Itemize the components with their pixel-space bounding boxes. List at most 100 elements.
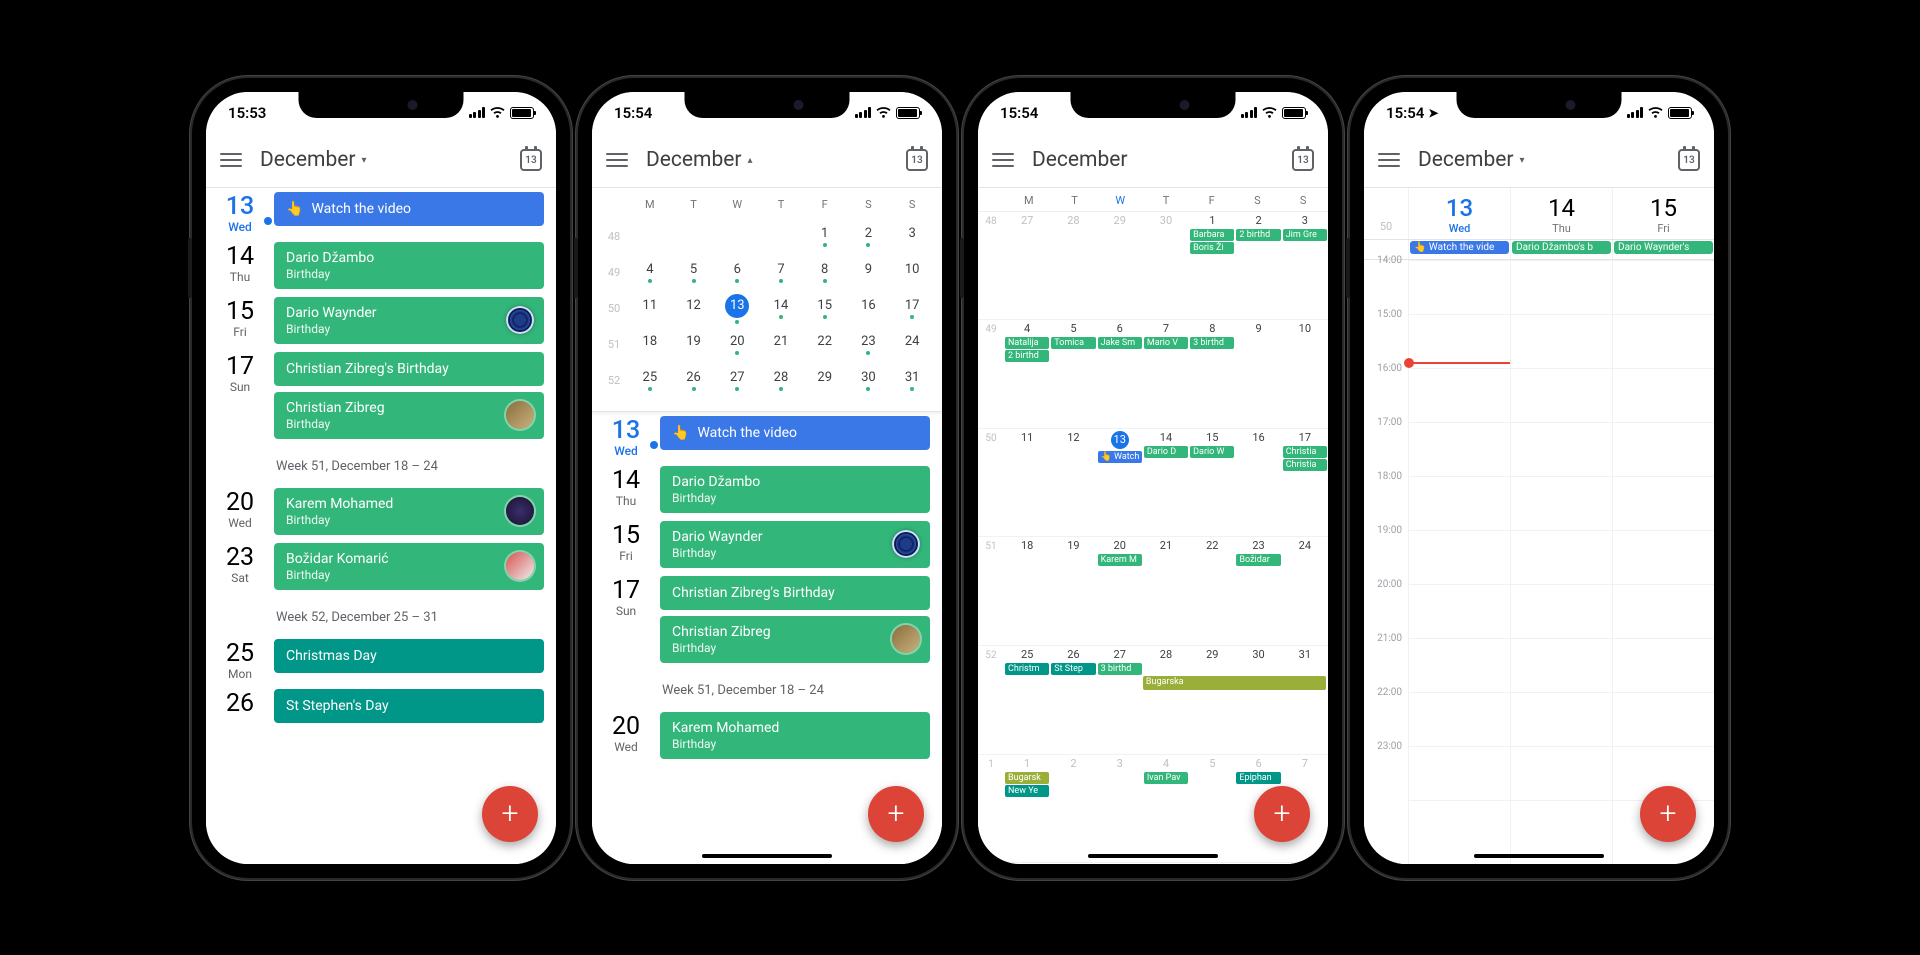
allday-event[interactable]: Dario Waynder's: [1614, 241, 1713, 254]
event-chip[interactable]: New Ye: [1005, 785, 1049, 797]
month-day-cell[interactable]: 5Tomica: [1050, 320, 1096, 428]
mini-month-day[interactable]: 7: [759, 262, 803, 283]
event-chip[interactable]: Natalija: [1005, 337, 1049, 349]
mini-month-day[interactable]: 5: [672, 262, 716, 283]
event-item[interactable]: Christian Zibreg's Birthday: [274, 352, 544, 386]
menu-icon[interactable]: [1378, 153, 1400, 167]
month-toggle[interactable]: December ▾: [260, 148, 367, 172]
schedule-list[interactable]: 13Wed👆Watch the video14ThuDario DžamboBi…: [206, 188, 556, 727]
event-chip[interactable]: Božidar: [1236, 554, 1280, 566]
mini-month-day[interactable]: 12: [672, 298, 716, 319]
month-day-cell[interactable]: 27: [1004, 212, 1050, 320]
mini-month-day[interactable]: 4: [628, 262, 672, 283]
month-day-cell[interactable]: 6Jake Sm: [1097, 320, 1143, 428]
mini-month-day[interactable]: [759, 234, 803, 240]
date-header[interactable]: 13Wed: [602, 416, 650, 458]
event-chip[interactable]: Barbara: [1190, 229, 1234, 241]
mini-month-day[interactable]: 27: [715, 370, 759, 391]
home-indicator[interactable]: [1474, 854, 1604, 858]
schedule-list[interactable]: 13Wed👆Watch the video14ThuDario DžamboBi…: [592, 412, 942, 763]
mini-month-day[interactable]: 22: [803, 334, 847, 355]
date-header[interactable]: 17Sun: [216, 352, 264, 394]
event-chip[interactable]: 2 birthd: [1005, 350, 1049, 362]
month-day-cell[interactable]: 12: [1050, 429, 1096, 537]
event-item[interactable]: Karem MohamedBirthday: [274, 488, 544, 535]
date-header[interactable]: 20Wed: [602, 712, 650, 754]
event-chip[interactable]: 2 birthd: [1236, 229, 1280, 241]
month-day-cell[interactable]: 30: [1143, 212, 1189, 320]
mini-month-day[interactable]: 11: [628, 298, 672, 319]
event-chip[interactable]: Mario V: [1144, 337, 1188, 349]
event-item[interactable]: Božidar KomarićBirthday: [274, 543, 544, 590]
event-chip[interactable]: Epiphan: [1236, 772, 1280, 784]
mini-month-day[interactable]: 8: [803, 262, 847, 283]
date-header[interactable]: 20Wed: [216, 488, 264, 530]
month-day-cell[interactable]: 83 birthd: [1189, 320, 1235, 428]
month-day-cell[interactable]: 25Christm: [1004, 646, 1050, 754]
event-chip[interactable]: Christm: [1005, 663, 1049, 675]
today-icon[interactable]: 13: [906, 149, 928, 171]
event-chip[interactable]: 👆 Watch: [1098, 451, 1142, 463]
mini-month-day[interactable]: 2: [847, 226, 891, 247]
mini-month-day[interactable]: 10: [890, 262, 934, 283]
event-chip[interactable]: Christia: [1283, 459, 1327, 471]
event-chip[interactable]: Christia: [1283, 446, 1327, 458]
month-day-cell[interactable]: 26St Step: [1050, 646, 1096, 754]
month-day-cell[interactable]: 31: [1282, 646, 1328, 754]
mini-month-day[interactable]: 30: [847, 370, 891, 391]
date-header[interactable]: 15Fri: [602, 521, 650, 563]
allday-event[interactable]: 👆 Watch the vide: [1410, 241, 1509, 254]
mini-month-day[interactable]: 6: [715, 262, 759, 283]
month-day-cell[interactable]: 1BugarskNew Ye: [1004, 755, 1050, 863]
day-column[interactable]: [1612, 260, 1714, 864]
mini-month-day[interactable]: 28: [759, 370, 803, 391]
month-day-cell[interactable]: 16: [1235, 429, 1281, 537]
month-grid[interactable]: MTWTFSS48272829301BarbaraBoris Ži22 birt…: [978, 188, 1328, 864]
month-day-cell[interactable]: 11: [1004, 429, 1050, 537]
day-header[interactable]: 15Fri: [1612, 188, 1714, 239]
event-chip[interactable]: Jake Sm: [1098, 337, 1142, 349]
create-event-fab[interactable]: +: [868, 786, 924, 842]
day-column[interactable]: [1510, 260, 1612, 864]
month-day-cell[interactable]: 7Mario V: [1143, 320, 1189, 428]
event-item[interactable]: Christian ZibregBirthday: [274, 392, 544, 439]
event-chip-span[interactable]: Bugarska: [1143, 676, 1326, 690]
home-indicator[interactable]: [702, 854, 832, 858]
date-header[interactable]: 14Thu: [216, 242, 264, 284]
mini-month-picker[interactable]: MTWTFSS481234945678910501112131415161751…: [592, 188, 942, 412]
today-icon[interactable]: 13: [1678, 149, 1700, 171]
month-day-cell[interactable]: 23Božidar: [1235, 537, 1281, 645]
month-day-cell[interactable]: 28: [1143, 646, 1189, 754]
home-indicator[interactable]: [1088, 854, 1218, 858]
mini-month-day[interactable]: 16: [847, 298, 891, 319]
create-event-fab[interactable]: +: [1254, 786, 1310, 842]
month-day-cell[interactable]: 3: [1097, 755, 1143, 863]
month-day-cell[interactable]: 13👆 Watch: [1097, 429, 1143, 537]
month-day-cell[interactable]: 17ChristiaChristia: [1282, 429, 1328, 537]
mini-month-day[interactable]: 3: [890, 226, 934, 247]
month-toggle[interactable]: December ▾: [1418, 148, 1525, 172]
event-chip[interactable]: Ivan Pav: [1144, 772, 1188, 784]
three-day-grid[interactable]: 5013Wed14Thu15Fri👆 Watch the videDario D…: [1364, 188, 1714, 864]
month-day-cell[interactable]: 5: [1189, 755, 1235, 863]
month-day-cell[interactable]: 24: [1282, 537, 1328, 645]
create-event-fab[interactable]: +: [482, 786, 538, 842]
event-chip[interactable]: Jim Gre: [1283, 229, 1327, 241]
date-header[interactable]: 23Sat: [216, 543, 264, 585]
event-chip[interactable]: Boris Ži: [1190, 242, 1234, 254]
month-day-cell[interactable]: 2: [1050, 755, 1096, 863]
mini-month-day[interactable]: [672, 234, 716, 240]
mini-month-day[interactable]: 20: [715, 334, 759, 355]
event-item[interactable]: Karem MohamedBirthday: [660, 712, 930, 759]
event-item[interactable]: Christian Zibreg's Birthday: [660, 576, 930, 610]
event-item[interactable]: Dario DžamboBirthday: [274, 242, 544, 289]
event-chip[interactable]: 3 birthd: [1190, 337, 1234, 349]
month-day-cell[interactable]: 4Natalija2 birthd: [1004, 320, 1050, 428]
event-chip[interactable]: Dario W: [1190, 446, 1234, 458]
mini-month-day[interactable]: 25: [628, 370, 672, 391]
menu-icon[interactable]: [992, 153, 1014, 167]
mini-month-day[interactable]: [715, 234, 759, 240]
menu-icon[interactable]: [220, 153, 242, 167]
event-chip[interactable]: Tomica: [1051, 337, 1095, 349]
mini-month-day[interactable]: 23: [847, 334, 891, 355]
